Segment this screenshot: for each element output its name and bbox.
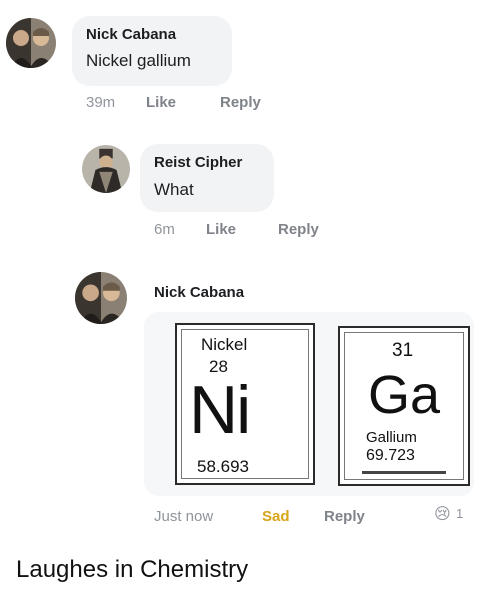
- meme-caption: Laughes in Chemistry: [16, 556, 249, 583]
- avatar[interactable]: [75, 272, 127, 324]
- reply-button[interactable]: Reply: [324, 508, 365, 525]
- gallium-symbol: Ga: [368, 365, 441, 425]
- reaction-button[interactable]: Sad: [262, 508, 290, 525]
- comment-author[interactable]: Nick Cabana: [154, 284, 244, 301]
- comment-time: 39m: [86, 94, 116, 111]
- comment-time: Just now: [154, 508, 214, 525]
- nickel-name: Nickel: [201, 335, 248, 354]
- avatar[interactable]: [6, 18, 56, 68]
- nickel-mass: 58.693: [197, 457, 249, 476]
- reaction-count: 1: [456, 506, 464, 521]
- divider: [362, 471, 446, 474]
- reply-button[interactable]: Reply: [278, 221, 319, 238]
- like-button[interactable]: Like: [146, 94, 176, 111]
- comment-actions: 39m Like Reply: [86, 94, 306, 114]
- gallium-number: 31: [392, 340, 414, 361]
- comment-author[interactable]: Reist Cipher: [154, 154, 242, 171]
- comment-actions: 6m Like Reply: [154, 221, 354, 241]
- gallium-element-tile: 31 Ga Gallium 69.723: [338, 326, 470, 486]
- gallium-mass: 69.723: [366, 447, 415, 464]
- comment-text: Nickel gallium: [86, 51, 191, 70]
- gallium-name: Gallium: [366, 429, 417, 446]
- comment-text: What: [154, 180, 194, 199]
- avatar[interactable]: [82, 145, 130, 193]
- comment-author[interactable]: Nick Cabana: [86, 26, 176, 43]
- nickel-element-tile: Nickel 28 Ni 58.693: [175, 323, 315, 485]
- comment-time: 6m: [154, 221, 175, 238]
- sad-reaction-icon[interactable]: 😢: [434, 504, 451, 524]
- comment-actions: Just now Sad Reply 😢 1: [154, 506, 482, 530]
- nickel-symbol: Ni: [189, 372, 251, 448]
- reply-button[interactable]: Reply: [220, 94, 261, 111]
- like-button[interactable]: Like: [206, 221, 236, 238]
